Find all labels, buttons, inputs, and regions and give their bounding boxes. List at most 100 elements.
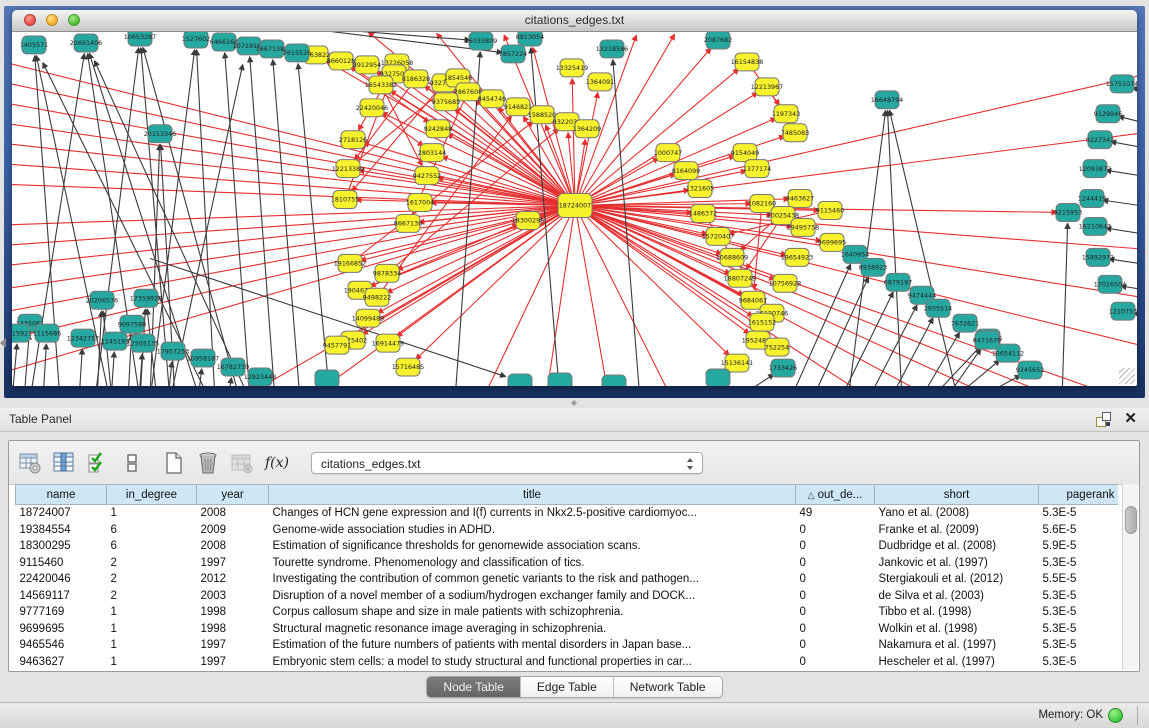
- table-cell[interactable]: de Silva et al. (2003): [875, 588, 1039, 605]
- table-cell[interactable]: 18300295: [16, 538, 107, 555]
- table-row[interactable]: 977716911998Corpus callosum shape and si…: [16, 604, 1119, 621]
- network-node[interactable]: 18807249: [724, 269, 756, 287]
- network-edge[interactable]: [111, 352, 114, 386]
- network-node[interactable]: 20153346: [144, 125, 176, 143]
- table-cell[interactable]: Franke et al. (2009): [875, 522, 1039, 539]
- network-edge[interactable]: [1103, 200, 1137, 208]
- table-row[interactable]: 969969511998Structural magnetic resonanc…: [16, 621, 1119, 638]
- network-node[interactable]: 9215953: [1054, 204, 1082, 222]
- column-header-pagerank[interactable]: pagerank: [1039, 485, 1119, 505]
- network-node[interactable]: 10958187: [187, 349, 219, 367]
- table-cell[interactable]: 9115460: [16, 555, 107, 572]
- network-node[interactable]: 8667130: [394, 214, 422, 232]
- network-node[interactable]: 1615152: [748, 313, 776, 331]
- network-edge[interactable]: [12, 118, 575, 205]
- network-node[interactable]: 12213967: [751, 78, 783, 96]
- network-node[interactable]: 7615526: [283, 44, 311, 62]
- close-panel-icon[interactable]: ✕: [1124, 410, 1137, 428]
- network-node[interactable]: 1321605: [686, 180, 714, 198]
- network-node[interactable]: 17016504: [1094, 275, 1126, 293]
- table-row[interactable]: 1456911722003Disruption of a novel membe…: [16, 588, 1119, 605]
- network-edge[interactable]: [43, 344, 46, 386]
- table-cell[interactable]: 1997: [197, 555, 269, 572]
- table-cell[interactable]: Estimation of the future numbers of pati…: [269, 637, 796, 654]
- table-cell[interactable]: 2009: [197, 522, 269, 539]
- network-edge[interactable]: [890, 318, 933, 386]
- network-edge[interactable]: [920, 333, 959, 386]
- table-cell[interactable]: Structural magnetic resonance image aver…: [269, 621, 796, 638]
- network-node[interactable]: 3915921: [12, 324, 32, 342]
- table-cell[interactable]: 9465546: [16, 637, 107, 654]
- network-node[interactable]: 8912954: [353, 56, 381, 74]
- table-cell[interactable]: 22420046: [16, 571, 107, 588]
- table-cell[interactable]: 5.3E-5: [1039, 621, 1119, 638]
- network-node[interactable]: 1527602: [182, 32, 210, 48]
- network-node[interactable]: 8660128: [327, 52, 355, 70]
- table-scrollbar[interactable]: [1122, 484, 1138, 670]
- table-cell[interactable]: 19384554: [16, 522, 107, 539]
- table-cell[interactable]: 2: [107, 571, 197, 588]
- network-node[interactable]: 16154838: [731, 53, 763, 71]
- network-node[interactable]: 16914479: [372, 334, 404, 352]
- network-node[interactable]: 12923448: [244, 368, 276, 386]
- panel-collapse-arrow-icon[interactable]: [0, 338, 6, 348]
- column-header-year[interactable]: year: [197, 485, 269, 505]
- network-node[interactable]: 9245652: [1016, 361, 1044, 379]
- network-node[interactable]: 2087682: [704, 32, 732, 49]
- table-cell[interactable]: 1: [107, 505, 197, 522]
- network-node[interactable]: 12342757: [67, 329, 99, 347]
- select-all-checks-icon[interactable]: [85, 450, 111, 476]
- network-edge[interactable]: [12, 206, 575, 227]
- table-cell[interactable]: 2008: [197, 505, 269, 522]
- network-edge[interactable]: [228, 378, 231, 386]
- table-cell[interactable]: 5.3E-5: [1039, 637, 1119, 654]
- tab-node-table[interactable]: Node Table: [427, 677, 521, 697]
- network-node[interactable]: 752254: [765, 338, 789, 356]
- network-node[interactable]: 1617004: [406, 194, 434, 212]
- network-node[interactable]: 10653287: [124, 32, 156, 46]
- column-header-name[interactable]: name: [16, 485, 107, 505]
- network-node[interactable]: 10688609: [716, 248, 748, 266]
- table-cell[interactable]: 1: [107, 637, 197, 654]
- table-cell[interactable]: 1: [107, 654, 197, 671]
- network-node[interactable]: 16210643: [1079, 217, 1111, 235]
- network-node[interactable]: 1145193: [101, 332, 129, 350]
- column-header-outde[interactable]: △out_de...: [796, 485, 875, 505]
- network-node[interactable]: [706, 369, 730, 386]
- network-node[interactable]: 9457791: [323, 336, 351, 354]
- network-node[interactable]: 9227342: [1086, 131, 1114, 149]
- network-edge[interactable]: [575, 93, 598, 206]
- network-node[interactable]: 19654923: [781, 248, 813, 266]
- network-node[interactable]: [315, 370, 339, 386]
- table-cell[interactable]: 0: [796, 637, 875, 654]
- table-cell[interactable]: Corpus callosum shape and size in male p…: [269, 604, 796, 621]
- network-edge[interactable]: [575, 73, 1137, 205]
- network-node[interactable]: 9878334: [373, 264, 401, 282]
- network-node[interactable]: 2935514: [924, 299, 952, 317]
- table-cell[interactable]: 49: [796, 505, 875, 522]
- network-node[interactable]: 2803144: [418, 144, 446, 162]
- network-node[interactable]: 2718126: [339, 131, 367, 149]
- network-node[interactable]: 1377174: [743, 160, 771, 178]
- network-canvas[interactable]: 7463822866012889129541322605893275031654…: [12, 32, 1137, 386]
- network-node[interactable]: 1810755: [331, 191, 359, 209]
- network-node[interactable]: 1486372: [689, 205, 717, 223]
- network-edge[interactable]: [79, 349, 82, 386]
- column-header-indegree[interactable]: in_degree: [107, 485, 197, 505]
- network-node[interactable]: 17957253: [157, 342, 189, 360]
- splitter-grip-icon[interactable]: [567, 400, 580, 406]
- network-node[interactable]: 17359928: [130, 289, 162, 307]
- network-node[interactable]: 9097588: [118, 315, 146, 333]
- table-cell[interactable]: 1: [107, 621, 197, 638]
- network-node[interactable]: 1733426: [769, 359, 797, 377]
- network-hub-node[interactable]: 18724007: [558, 194, 592, 218]
- table-cell[interactable]: Embryonic stem cells: a model to study s…: [269, 654, 796, 671]
- network-node[interactable]: 1210753: [1109, 302, 1137, 320]
- table-cell[interactable]: 2012: [197, 571, 269, 588]
- network-edge[interactable]: [361, 206, 575, 261]
- table-row[interactable]: 946362711997Embryonic stem cells: a mode…: [16, 654, 1119, 671]
- window-resize-grip[interactable]: [1119, 368, 1135, 384]
- table-cell[interactable]: 1998: [197, 621, 269, 638]
- table-cell[interactable]: 1998: [197, 604, 269, 621]
- table-row[interactable]: 1938455462009Genome-wide association stu…: [16, 522, 1119, 539]
